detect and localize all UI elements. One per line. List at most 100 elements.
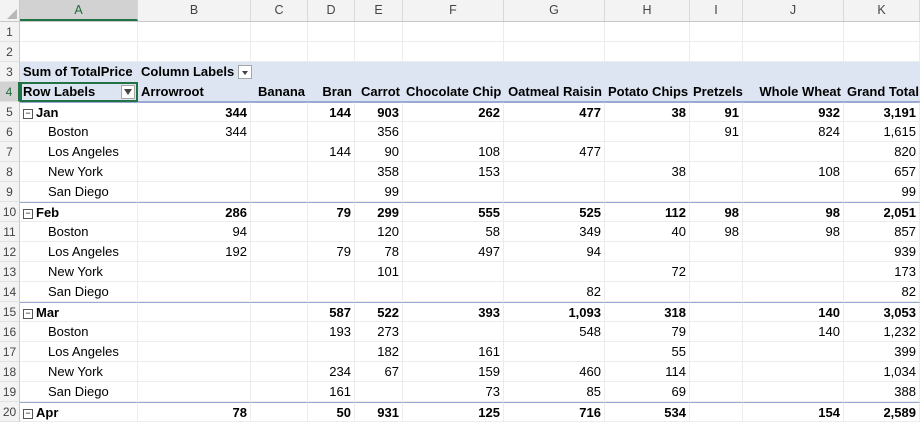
value-cell[interactable] (605, 142, 690, 162)
value-cell[interactable]: 356 (355, 122, 403, 142)
header-fill-cell[interactable] (690, 62, 743, 82)
column-header-a[interactable]: A (20, 0, 138, 21)
value-cell[interactable] (251, 342, 308, 362)
value-cell[interactable] (251, 142, 308, 162)
value-cell[interactable] (251, 322, 308, 342)
value-cell[interactable] (504, 262, 605, 282)
value-cell[interactable]: 399 (844, 342, 920, 362)
city-label[interactable]: San Diego (20, 182, 138, 202)
value-cell[interactable] (403, 182, 504, 202)
pivot-column-header[interactable]: Banana (251, 82, 308, 102)
value-cell[interactable] (504, 122, 605, 142)
empty-cell[interactable] (690, 22, 743, 42)
value-cell[interactable]: 73 (403, 382, 504, 402)
value-cell[interactable]: 555 (403, 202, 504, 222)
value-cell[interactable]: 393 (403, 302, 504, 322)
value-cell[interactable]: 120 (355, 222, 403, 242)
value-cell[interactable]: 657 (844, 162, 920, 182)
column-header-j[interactable]: J (743, 0, 844, 21)
value-cell[interactable]: 114 (605, 362, 690, 382)
value-cell[interactable]: 55 (605, 342, 690, 362)
empty-cell[interactable] (251, 22, 308, 42)
value-cell[interactable]: 82 (844, 282, 920, 302)
value-cell[interactable] (504, 182, 605, 202)
value-cell[interactable] (504, 162, 605, 182)
month-label[interactable]: − Apr (20, 402, 138, 422)
empty-cell[interactable] (743, 22, 844, 42)
value-cell[interactable] (138, 162, 251, 182)
value-cell[interactable]: 79 (308, 242, 355, 262)
value-cell[interactable]: 153 (403, 162, 504, 182)
value-cell[interactable]: 262 (403, 102, 504, 122)
value-cell[interactable] (355, 282, 403, 302)
value-cell[interactable]: 820 (844, 142, 920, 162)
value-cell[interactable] (690, 142, 743, 162)
empty-cell[interactable] (844, 42, 920, 62)
value-cell[interactable]: 2,589 (844, 402, 920, 422)
value-cell[interactable] (355, 382, 403, 402)
value-cell[interactable] (251, 282, 308, 302)
value-cell[interactable] (251, 302, 308, 322)
column-header-d[interactable]: D (308, 0, 355, 21)
value-cell[interactable] (743, 142, 844, 162)
value-cell[interactable]: 388 (844, 382, 920, 402)
column-header-i[interactable]: I (690, 0, 743, 21)
value-cell[interactable]: 98 (743, 222, 844, 242)
empty-cell[interactable] (504, 42, 605, 62)
value-cell[interactable]: 234 (308, 362, 355, 382)
header-fill-cell[interactable] (743, 62, 844, 82)
value-cell[interactable] (251, 242, 308, 262)
value-cell[interactable] (251, 222, 308, 242)
value-cell[interactable] (251, 122, 308, 142)
value-cell[interactable] (690, 382, 743, 402)
row-header[interactable]: 3 (0, 62, 20, 82)
value-cell[interactable] (138, 302, 251, 322)
value-cell[interactable] (308, 342, 355, 362)
pivot-column-header[interactable]: Potato Chips (605, 82, 690, 102)
value-cell[interactable]: 94 (504, 242, 605, 262)
value-cell[interactable]: 85 (504, 382, 605, 402)
header-fill-cell[interactable] (355, 62, 403, 82)
pivot-column-labels[interactable]: Column Labels (138, 62, 253, 82)
pivot-column-header[interactable]: Carrot (355, 82, 403, 102)
value-cell[interactable]: 98 (690, 222, 743, 242)
value-cell[interactable] (743, 362, 844, 382)
row-header[interactable]: 11 (0, 222, 20, 242)
value-cell[interactable]: 82 (504, 282, 605, 302)
row-header[interactable]: 14 (0, 282, 20, 302)
spreadsheet[interactable]: ABCDEFGHIJK 1 2 3 Sum of TotalPrice Column L… (0, 0, 920, 422)
value-cell[interactable] (605, 282, 690, 302)
value-cell[interactable] (605, 242, 690, 262)
empty-cell[interactable] (138, 22, 251, 42)
value-cell[interactable] (743, 382, 844, 402)
value-cell[interactable] (403, 122, 504, 142)
value-cell[interactable]: 140 (743, 302, 844, 322)
header-fill-cell[interactable] (251, 62, 308, 82)
collapse-minus-icon[interactable]: − (23, 309, 33, 319)
value-cell[interactable]: 903 (355, 102, 403, 122)
value-cell[interactable]: 91 (690, 102, 743, 122)
value-cell[interactable]: 98 (690, 202, 743, 222)
column-header-e[interactable]: E (355, 0, 403, 21)
value-cell[interactable]: 1,232 (844, 322, 920, 342)
value-cell[interactable] (251, 382, 308, 402)
value-cell[interactable] (251, 202, 308, 222)
value-cell[interactable]: 38 (605, 102, 690, 122)
empty-cell[interactable] (138, 42, 251, 62)
value-cell[interactable] (251, 262, 308, 282)
row-header[interactable]: 10 (0, 202, 20, 222)
value-cell[interactable]: 344 (138, 102, 251, 122)
value-cell[interactable] (251, 102, 308, 122)
column-header-f[interactable]: F (403, 0, 504, 21)
value-cell[interactable]: 78 (138, 402, 251, 422)
row-header[interactable]: 9 (0, 182, 20, 202)
value-cell[interactable]: 193 (308, 322, 355, 342)
value-cell[interactable]: 477 (504, 142, 605, 162)
city-label[interactable]: Boston (20, 222, 138, 242)
value-cell[interactable] (403, 262, 504, 282)
value-cell[interactable] (504, 342, 605, 362)
row-header[interactable]: 12 (0, 242, 20, 262)
row-header[interactable]: 1 (0, 22, 20, 42)
empty-cell[interactable] (844, 22, 920, 42)
row-header[interactable]: 5 (0, 102, 20, 122)
